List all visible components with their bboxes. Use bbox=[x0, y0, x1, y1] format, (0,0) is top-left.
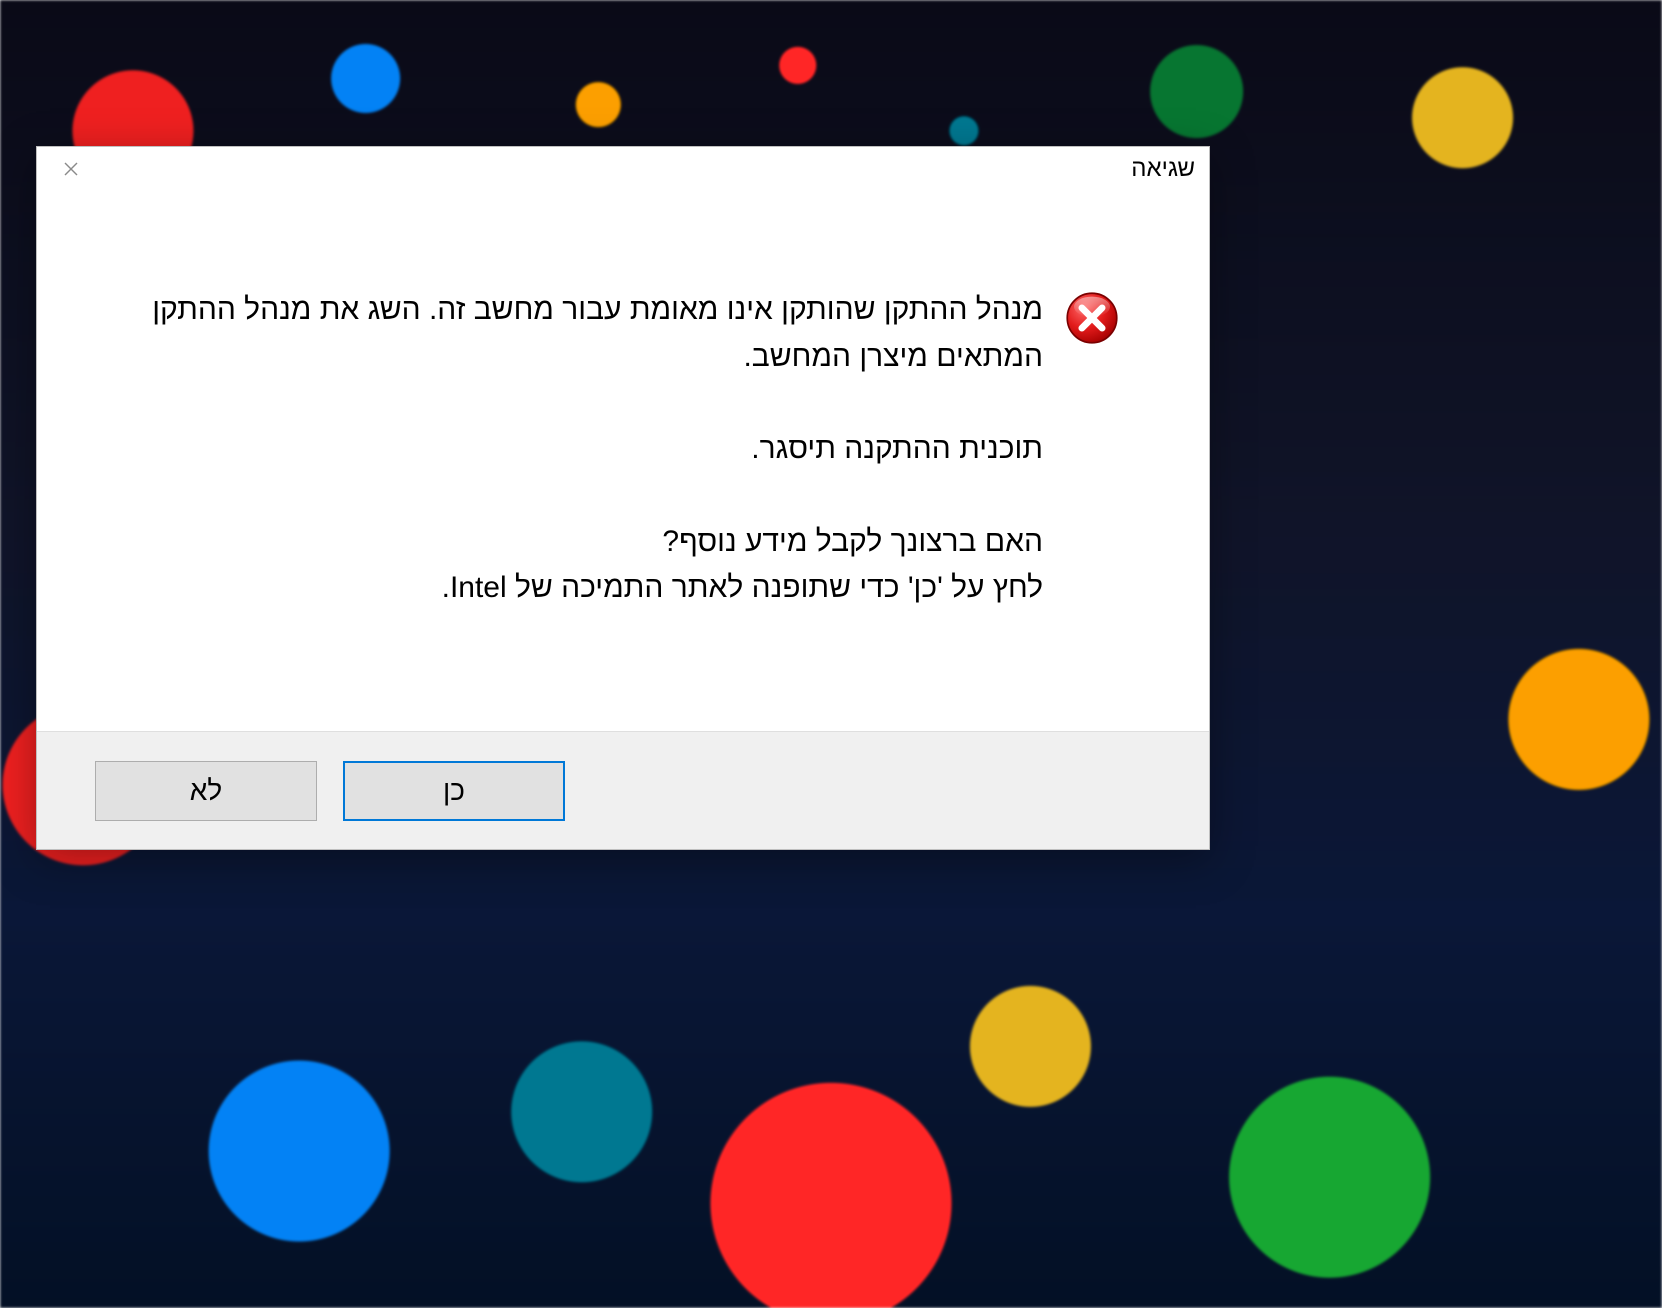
error-dialog: שגיאה bbox=[36, 146, 1210, 850]
error-icon bbox=[1065, 291, 1119, 345]
dialog-content: מנהל ההתקן שהותקן אינו מאומת עבור מחשב ז… bbox=[37, 191, 1209, 731]
no-button[interactable]: לא bbox=[95, 761, 317, 821]
message-line-2: תוכנית ההתקנה תיסגר. bbox=[127, 426, 1043, 473]
close-icon bbox=[64, 162, 78, 176]
message-line-1: מנהל ההתקן שהותקן אינו מאומת עבור מחשב ז… bbox=[127, 287, 1043, 380]
close-button[interactable] bbox=[51, 153, 91, 185]
dialog-message: מנהל ההתקן שהותקן אינו מאומת עבור מחשב ז… bbox=[127, 287, 1043, 612]
dialog-title: שגיאה bbox=[1131, 155, 1195, 183]
yes-button[interactable]: כן bbox=[343, 761, 565, 821]
dialog-titlebar: שגיאה bbox=[37, 147, 1209, 191]
message-line-3: האם ברצונך לקבל מידע נוסף? bbox=[127, 519, 1043, 566]
dialog-button-bar: כן לא bbox=[37, 731, 1209, 849]
message-line-4: לחץ על 'כן' כדי שתופנה לאתר התמיכה של In… bbox=[127, 565, 1043, 612]
